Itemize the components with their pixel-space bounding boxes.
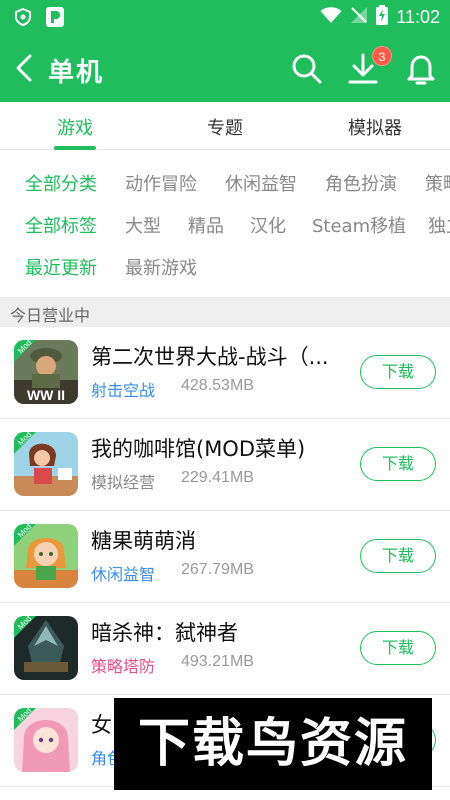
filter-category-rpg[interactable]: 角色扮演 <box>325 170 397 196</box>
filter-category-strategy[interactable]: 策略 <box>425 170 450 196</box>
watermark-banner: 下载鸟资源 <box>114 698 432 790</box>
tab-topics[interactable]: 专题 <box>150 114 300 140</box>
list-item[interactable]: Mod 暗杀神：弑神者 策略塔防 493.21MB 下载 <box>0 603 450 695</box>
filter-tag-steam[interactable]: Steam移植 <box>312 212 406 238</box>
download-button[interactable]: 下载 <box>360 631 436 665</box>
section-header: 今日营业中 <box>0 297 450 327</box>
app-name[interactable]: 第二次世界大战-战斗（... <box>91 341 341 371</box>
filter-category-action[interactable]: 动作冒险 <box>125 170 197 196</box>
battery-charging-icon <box>376 5 389 29</box>
section-title: 今日营业中 <box>10 306 91 325</box>
bell-icon[interactable] <box>404 52 438 86</box>
shield-icon <box>14 7 32 30</box>
back-arrow-icon[interactable] <box>12 52 40 84</box>
app-category[interactable]: 休闲益智 <box>91 561 155 585</box>
tab-bar: 游戏 专题 模拟器 <box>0 102 450 150</box>
app-category[interactable]: 模拟经营 <box>91 469 155 493</box>
title-bar: 单机 3 <box>0 32 450 102</box>
app-size: 493.21MB <box>181 653 254 670</box>
search-icon[interactable] <box>290 52 324 86</box>
candy-girl-icon: Mod <box>14 524 78 588</box>
sort-recent-update[interactable]: 最近更新 <box>25 254 97 280</box>
app-size: 428.53MB <box>181 377 254 394</box>
app-category[interactable]: 射击空战 <box>91 377 155 401</box>
page-title: 单机 <box>48 58 105 88</box>
p-app-icon <box>46 7 64 31</box>
app-size: 229.41MB <box>181 469 254 486</box>
app-category[interactable]: 策略塔防 <box>91 653 155 677</box>
tab-games[interactable]: 游戏 <box>0 114 150 140</box>
app-name[interactable]: 糖果萌萌消 <box>91 525 341 555</box>
app-name[interactable]: 暗杀神：弑神者 <box>91 617 341 647</box>
app-name[interactable]: 我的咖啡馆(MOD菜单) <box>91 433 341 463</box>
tab-emulators[interactable]: 模拟器 <box>300 114 450 140</box>
download-button[interactable]: 下载 <box>360 355 436 389</box>
filter-tag-all[interactable]: 全部标签 <box>25 212 97 238</box>
status-bar: 11:02 <box>0 0 450 32</box>
wifi-icon <box>320 6 342 28</box>
status-time: 11:02 <box>396 6 440 27</box>
list-item[interactable]: Mod 我的咖啡馆(MOD菜单) 模拟经营 229.41MB 下载 <box>0 419 450 511</box>
cafe-girl-icon: Mod <box>14 432 78 496</box>
app-size: 267.79MB <box>181 561 254 578</box>
download-count-badge: 3 <box>372 46 392 66</box>
list-item[interactable]: Mod WW II 第二次世界大战-战斗（... 射击空战 428.53MB 下… <box>0 327 450 419</box>
assassin-icon: Mod <box>14 616 78 680</box>
filter-tag-featured[interactable]: 精品 <box>188 212 224 238</box>
download-button[interactable]: 下载 <box>360 539 436 573</box>
filter-category-all[interactable]: 全部分类 <box>25 170 97 196</box>
ww2-soldier-icon: Mod WW II <box>14 340 78 404</box>
icon-label: WW II <box>27 387 65 403</box>
filter-panel: 全部分类 动作冒险 休闲益智 角色扮演 策略 全部标签 大型 精品 汉化 Ste… <box>0 150 450 296</box>
filter-tag-chinese[interactable]: 汉化 <box>250 212 286 238</box>
download-button[interactable]: 下载 <box>360 447 436 481</box>
no-signal-icon <box>350 6 368 28</box>
filter-tag-large[interactable]: 大型 <box>125 212 161 238</box>
sort-newest[interactable]: 最新游戏 <box>125 254 197 280</box>
anime-girl-icon: Mod <box>14 708 78 772</box>
filter-category-casual[interactable]: 休闲益智 <box>225 170 297 196</box>
filter-tag-indie[interactable]: 独立 <box>428 212 450 238</box>
list-item[interactable]: Mod 糖果萌萌消 休闲益智 267.79MB 下载 <box>0 511 450 603</box>
